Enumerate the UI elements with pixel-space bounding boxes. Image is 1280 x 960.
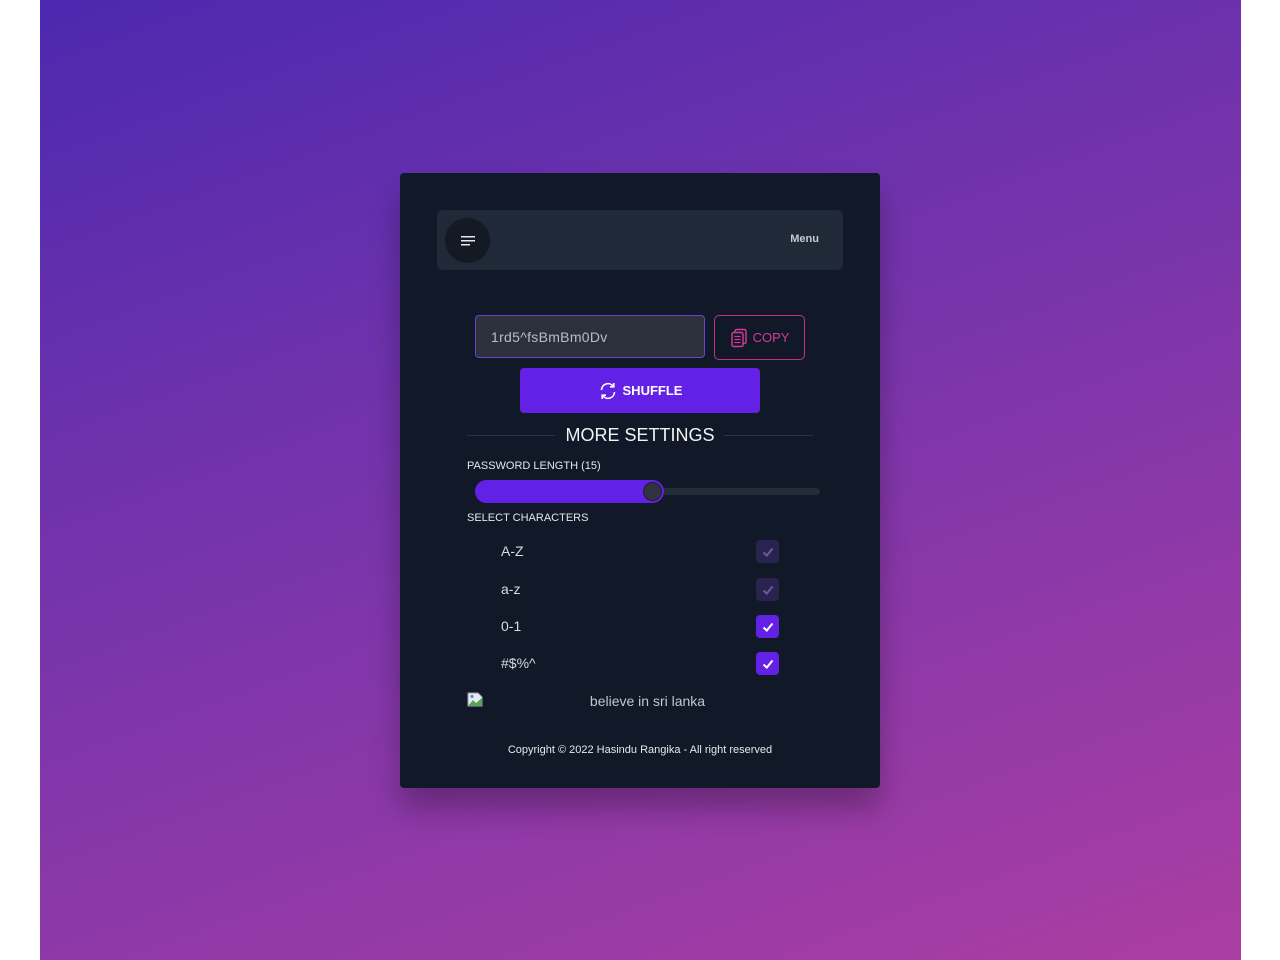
hamburger-icon — [460, 235, 475, 245]
section-title: MORE SETTINGS — [565, 425, 715, 445]
check-icon — [762, 585, 773, 595]
option-lowercase: a-z — [501, 578, 781, 602]
menu-bar: Menu — [437, 210, 843, 270]
length-slider-fill — [475, 480, 664, 503]
menu-button[interactable] — [445, 218, 490, 263]
numbers-checkbox[interactable] — [756, 615, 779, 638]
option-uppercase: A-Z — [501, 540, 781, 564]
check-icon — [762, 659, 773, 669]
password-length-label: PASSWORD LENGTH (15) — [467, 460, 601, 472]
copy-button-label: COPY — [752, 330, 790, 345]
option-label: 0-1 — [501, 618, 522, 634]
password-output-field[interactable] — [475, 315, 705, 358]
option-numbers: 0-1 — [501, 615, 781, 639]
lowercase-checkbox[interactable] — [756, 578, 779, 601]
check-icon — [762, 547, 773, 557]
copy-button[interactable]: COPY — [714, 315, 805, 360]
select-characters-label: SELECT CHARACTERS — [467, 512, 589, 524]
option-symbols: #$%^ — [501, 652, 781, 676]
option-label: A-Z — [501, 543, 524, 559]
menu-label[interactable]: Menu — [790, 233, 819, 245]
shuffle-button-label: SHUFFLE — [622, 383, 683, 398]
clipboard-icon — [730, 328, 747, 347]
length-slider-thumb[interactable] — [643, 482, 662, 501]
option-label: #$%^ — [501, 655, 536, 671]
check-icon — [762, 622, 773, 632]
password-generator-card: Menu COPY SHUFFLE MORE SETTINGS PASSWORD… — [400, 173, 880, 788]
slogan-text: believe in sri lanka — [589, 693, 706, 709]
shuffle-button[interactable]: SHUFFLE — [520, 368, 760, 413]
option-label: a-z — [501, 581, 521, 597]
copyright-text: Copyright © 2022 Hasindu Rangika - All r… — [507, 744, 773, 756]
uppercase-checkbox[interactable] — [756, 540, 779, 563]
refresh-icon — [600, 382, 615, 399]
symbols-checkbox[interactable] — [756, 652, 779, 675]
